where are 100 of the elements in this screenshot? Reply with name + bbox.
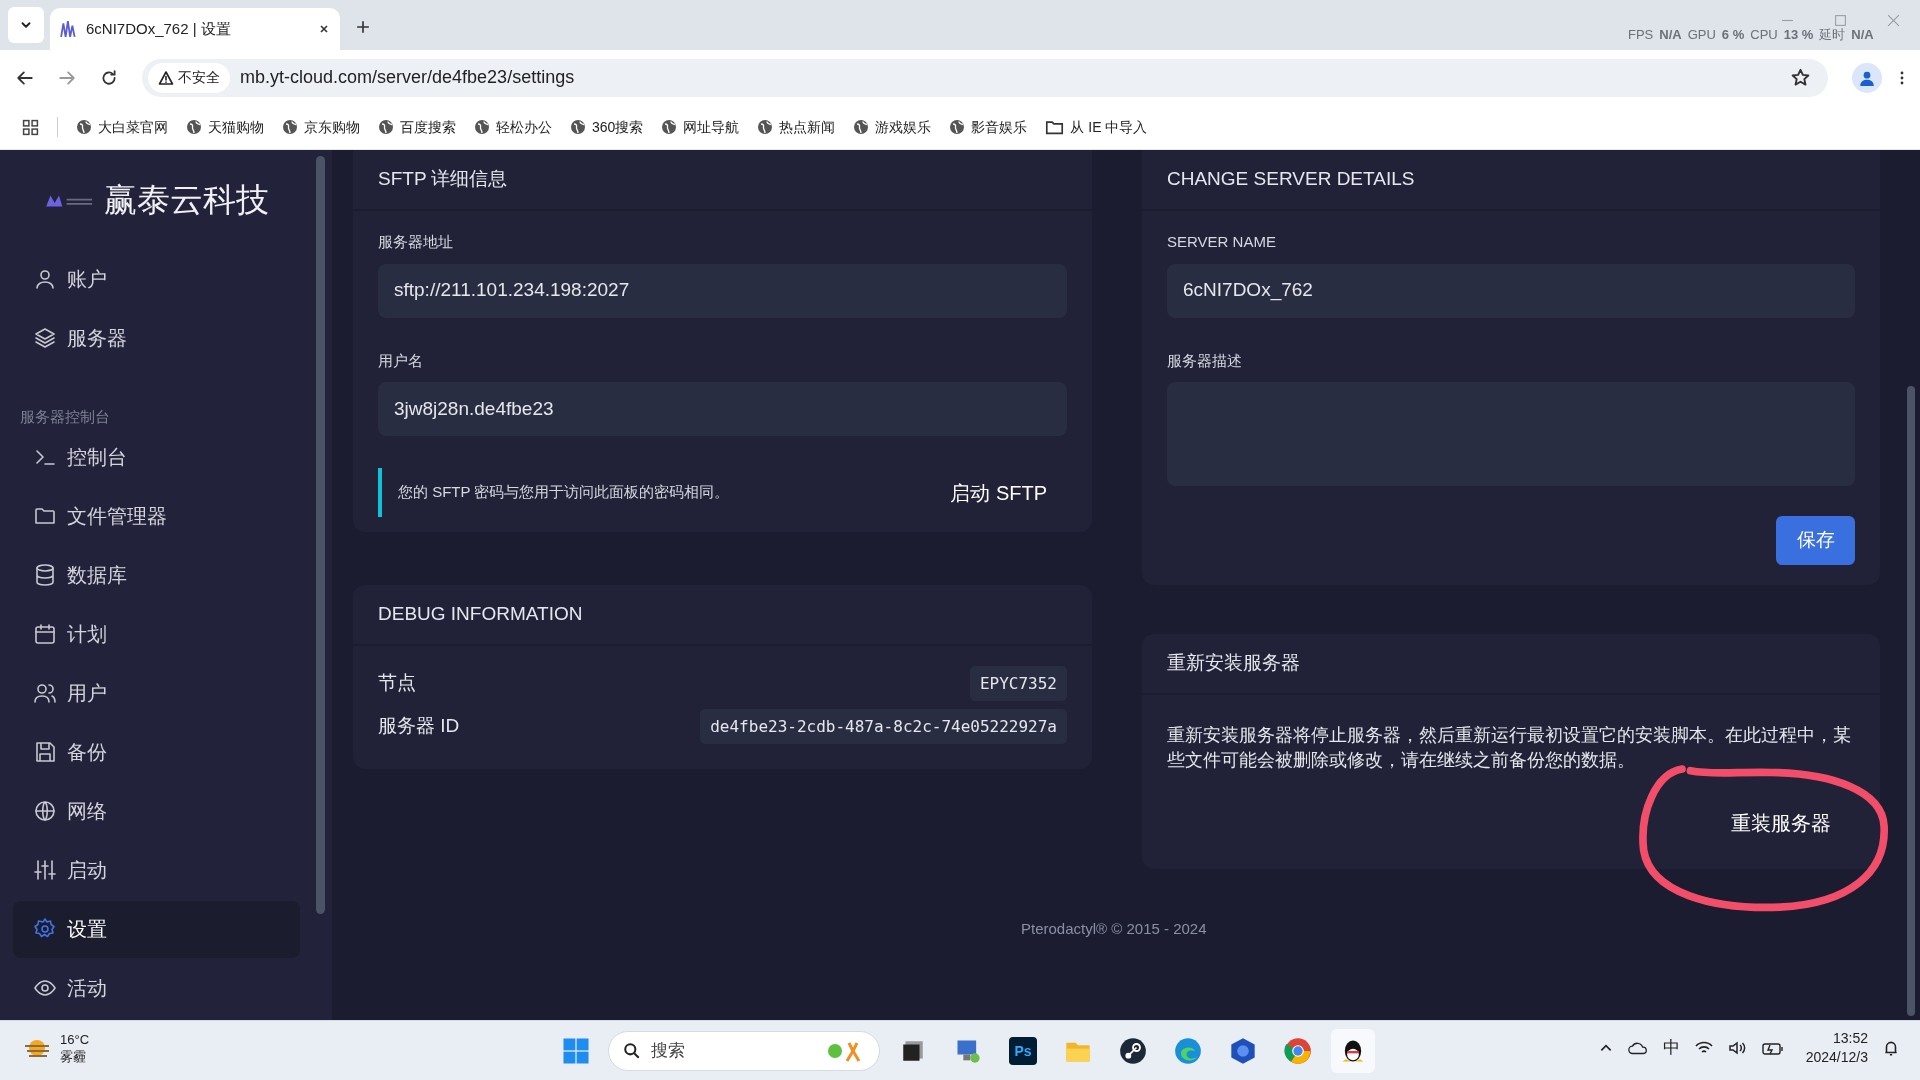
field-label: 用户名	[378, 350, 424, 371]
field-label: 服务器地址	[378, 232, 454, 252]
address-field[interactable]: sftp://211.101.234.198:2027	[378, 263, 1067, 318]
reload-icon[interactable]	[100, 68, 118, 87]
address-bar[interactable]: 不安全 mb.yt-cloud.com/server/de4fbe23/settings	[142, 58, 1828, 97]
info-label: 节点	[378, 671, 416, 696]
cloud-icon[interactable]	[1626, 1040, 1649, 1056]
warning-icon	[158, 69, 174, 86]
temperature-text: 16°C	[60, 1031, 90, 1048]
close-icon[interactable]	[318, 23, 330, 35]
security-chip[interactable]: 不安全	[148, 62, 230, 93]
star-icon[interactable]	[1791, 68, 1810, 87]
card-title: SFTP 详细信息	[353, 150, 1092, 211]
field-label: 服务器描述	[1167, 350, 1243, 371]
overlay-value: 6 %	[1721, 26, 1745, 44]
bookmark[interactable]: 游戏娱乐	[853, 116, 932, 138]
overlay-label: CPU	[1750, 26, 1778, 44]
window-stack-icon	[900, 1038, 926, 1064]
taskbar-app[interactable]	[1331, 1029, 1375, 1073]
wifi-icon[interactable]	[1693, 1040, 1714, 1056]
scrollbar-thumb[interactable]	[1907, 386, 1915, 1016]
nav-item[interactable]: 服务器	[13, 309, 300, 366]
globe-icon	[186, 119, 202, 135]
nav-item[interactable]: 数据库	[13, 546, 300, 604]
info-value: de4fbe23-2cdb-487a-8c2c-74e05222927a	[700, 709, 1067, 744]
nav-item[interactable]: 设置	[13, 900, 300, 958]
username-field[interactable]: 3jw8j28n.de4fbe23	[378, 382, 1067, 436]
volume-icon[interactable]	[1727, 1040, 1748, 1056]
sliders-icon	[33, 858, 57, 882]
warning-text: 重新安装服务器将停止服务器，然后重新运行最初设置它的安装脚本。在此过程中，某些文件可能会被删除或修改，请在继续之前备份您的数据。	[1167, 724, 1852, 772]
battery-icon[interactable]	[1761, 1041, 1784, 1055]
bookmark[interactable]: 影音娱乐	[949, 116, 1028, 138]
database-icon	[33, 563, 57, 587]
clock[interactable]: 13:52 2024/12/3	[1805, 1029, 1868, 1067]
nav-item[interactable]: 备份	[13, 723, 300, 781]
bookmark[interactable]: 网址导航	[661, 116, 740, 138]
menu-icon[interactable]	[1900, 69, 1904, 86]
server-name-field[interactable]: 6cNI7DOx_762	[1167, 263, 1855, 318]
field-label: SERVER NAME	[1167, 232, 1277, 252]
nav-item[interactable]: 网络	[13, 782, 300, 840]
globe-icon	[76, 119, 92, 135]
nav-item[interactable]: 文件管理器	[13, 487, 300, 545]
new-tab-icon[interactable]	[356, 20, 370, 34]
globe-icon	[853, 119, 870, 135]
globe-icon	[282, 119, 298, 135]
circle-app-icon	[1119, 1037, 1147, 1065]
layers-icon	[33, 325, 57, 350]
waveform-icon	[60, 20, 78, 38]
bookmark[interactable]: 百度搜索	[378, 116, 456, 138]
globe-icon	[757, 119, 774, 135]
profile-button[interactable]	[1852, 62, 1882, 93]
overlay-value: N/A	[1851, 26, 1874, 44]
bell-icon[interactable]	[1882, 1039, 1900, 1057]
nav-item[interactable]: 用户	[13, 664, 300, 722]
globe-icon	[474, 119, 490, 135]
taskbar-search[interactable]: 搜索	[608, 1031, 880, 1071]
nav-item[interactable]: 计划	[13, 605, 300, 663]
info-label: 服务器 ID	[378, 714, 460, 739]
scrollbar-thumb[interactable]	[316, 156, 325, 914]
bookmark[interactable]: 360搜索	[570, 116, 644, 138]
nav-item[interactable]: 账户	[13, 250, 300, 307]
section-label: 服务器控制台	[19, 407, 111, 427]
hexagon-icon	[1229, 1037, 1257, 1065]
globe-icon	[378, 119, 394, 135]
info-text: 您的 SFTP 密码与您用于访问此面板的密码相同。	[398, 482, 731, 503]
windows-start-icon[interactable]	[561, 1036, 591, 1066]
bookmark[interactable]: 天猫购物	[186, 116, 264, 138]
globe-icon	[949, 119, 966, 135]
overlay-label: 延时	[1819, 26, 1846, 44]
browser-tab[interactable]: 6cNI7DOx_762 | 设置	[50, 8, 340, 50]
overlay-value: 13 %	[1783, 26, 1814, 44]
reinstall-button[interactable]: 重装服务器	[1727, 803, 1835, 843]
overlay-value: N/A	[1659, 26, 1682, 44]
users-icon	[33, 681, 57, 705]
globe-icon	[33, 799, 57, 823]
bookmark[interactable]: 大白菜官网	[76, 116, 168, 138]
bookmark[interactable]: 轻松办公	[474, 116, 552, 138]
card-title: CHANGE SERVER DETAILS	[1142, 150, 1880, 211]
apps-icon[interactable]	[22, 118, 39, 136]
overlay-label: GPU	[1687, 26, 1716, 44]
launch-sftp-button[interactable]: 启动 SFTP	[930, 470, 1067, 515]
tab-title: 6cNI7DOx_762 | 设置	[86, 18, 232, 39]
card-title: DEBUG INFORMATION	[353, 585, 1092, 646]
nav-item[interactable]: 启动	[13, 841, 300, 899]
swirl-icon	[1174, 1037, 1202, 1065]
info-value: EPYC7352	[969, 666, 1067, 701]
nav-item[interactable]: 活动	[13, 959, 300, 1017]
photoshop-app[interactable]: Ps	[1009, 1037, 1037, 1065]
weather-text: 雾霾	[60, 1048, 87, 1065]
bookmark[interactable]: 热点新闻	[757, 116, 836, 138]
bookmark[interactable]: 从 IE 中导入	[1045, 116, 1148, 138]
globe-icon	[570, 119, 586, 135]
save-button[interactable]: 保存	[1776, 516, 1855, 565]
input-method[interactable]: 中	[1662, 1035, 1680, 1061]
bookmark[interactable]: 京东购物	[282, 116, 360, 138]
globe-icon	[661, 119, 678, 135]
overlay-label: FPS	[1628, 26, 1654, 44]
calendar-icon	[33, 622, 57, 646]
nav-item[interactable]: 控制台	[13, 428, 300, 486]
card-title: 重新安装服务器	[1142, 634, 1880, 695]
